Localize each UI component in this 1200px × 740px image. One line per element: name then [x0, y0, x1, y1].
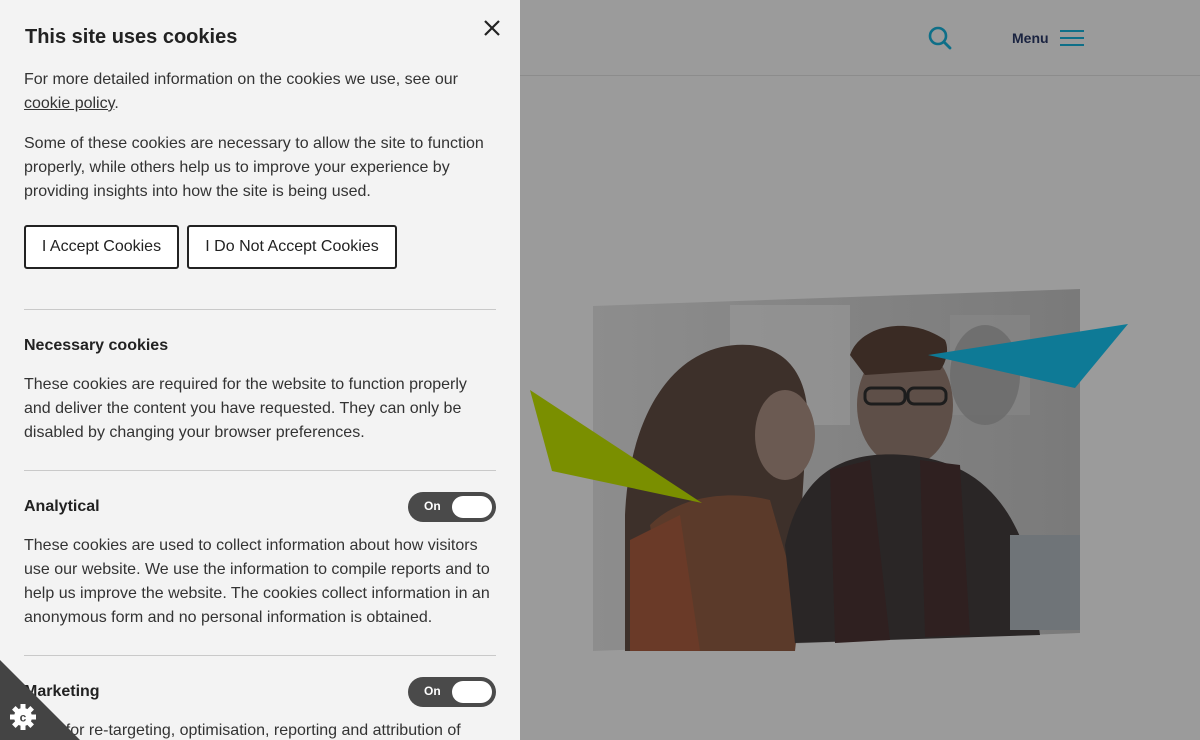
accept-cookies-button[interactable]: I Accept Cookies	[24, 225, 179, 269]
menu-button[interactable]: Menu	[1012, 26, 1085, 50]
intro-text: For more detailed information on the coo…	[24, 68, 494, 116]
divider	[24, 309, 496, 310]
svg-text:c: c	[20, 711, 27, 725]
cookie-settings-button[interactable]: c	[0, 660, 80, 740]
toggle-state-label: On	[424, 684, 441, 698]
cookie-settings-icon: c	[0, 660, 80, 740]
divider	[24, 655, 496, 656]
analytical-cookies-text: These cookies are used to collect inform…	[24, 537, 490, 626]
necessary-cookies-title: Necessary cookies	[24, 337, 169, 354]
divider	[24, 470, 496, 471]
close-button[interactable]	[480, 16, 504, 40]
cookie-policy-link[interactable]: cookie policy	[24, 95, 114, 112]
marketing-cookies-text: Used for re-targeting, optimisation, rep…	[24, 722, 461, 739]
hero-image	[530, 289, 1128, 651]
intro-description: Some of these cookies are necessary to a…	[24, 135, 484, 200]
cookie-consent-panel: This site uses cookies For more detailed…	[0, 0, 520, 740]
search-button[interactable]	[926, 24, 954, 52]
toggle-state-label: On	[424, 499, 441, 513]
analytical-toggle[interactable]: On	[408, 492, 496, 522]
intro-text-end: .	[114, 95, 119, 112]
toggle-knob	[452, 496, 492, 518]
toggle-knob	[452, 681, 492, 703]
marketing-toggle[interactable]: On	[408, 677, 496, 707]
hamburger-icon	[1059, 30, 1084, 46]
menu-label: Menu	[1012, 30, 1049, 46]
necessary-cookies-text: These cookies are required for the websi…	[24, 376, 467, 441]
decline-cookies-button[interactable]: I Do Not Accept Cookies	[187, 225, 397, 269]
intro-text-start: For more detailed information on the coo…	[24, 71, 459, 88]
close-icon	[484, 20, 500, 36]
panel-title: This site uses cookies	[25, 26, 238, 48]
analytical-cookies-title: Analytical	[24, 498, 100, 515]
search-icon	[928, 26, 952, 50]
